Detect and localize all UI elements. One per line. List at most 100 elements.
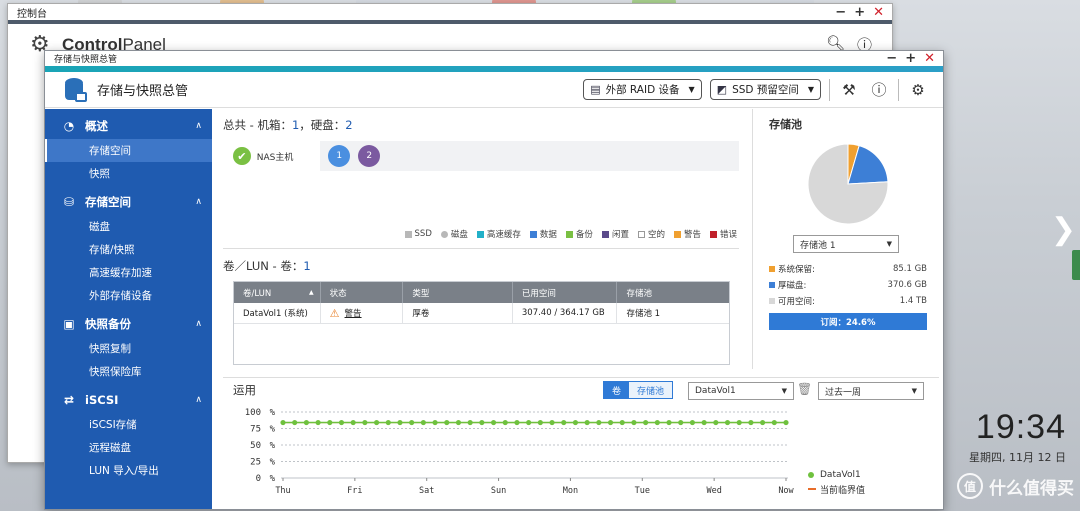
x-tick-label: Now	[778, 486, 794, 496]
y-unit-label: %	[270, 458, 276, 468]
column-header-type[interactable]: 类型	[403, 282, 513, 303]
help-icon[interactable]: ⓘ	[868, 79, 890, 100]
data-point	[397, 419, 403, 426]
table-row[interactable]: DataVol1 (系统) ⚠ 警告 厚卷 307.40 / 364.17 GB…	[234, 303, 729, 324]
pie-chart-svg	[807, 143, 889, 225]
pool-legend-value: 370.6 GB	[887, 280, 927, 290]
data-point	[584, 419, 590, 426]
volume-name: DataVol1 (系统)	[234, 303, 321, 323]
chevron-up-icon[interactable]: ∧	[195, 197, 202, 207]
disk-slot[interactable]: 2	[358, 145, 381, 167]
disk-legend-item: 磁盘	[440, 228, 468, 240]
data-point	[502, 419, 508, 426]
sidebar-item-storage-snapshot[interactable]: 存储/快照	[45, 238, 212, 261]
sidebar-item-external-storage[interactable]: 外部存储设备	[45, 284, 212, 307]
data-point	[432, 419, 438, 426]
sidebar-section-iscsi[interactable]: ⇄ iSCSI ∧	[45, 387, 212, 413]
chevron-up-icon[interactable]: ∧	[195, 395, 202, 405]
y-unit-label: %	[270, 441, 276, 451]
disk-legend-label: 高速缓存	[486, 230, 521, 240]
chevron-up-icon[interactable]: ∧	[195, 319, 202, 329]
legend-threshold-label: 当前临界值	[820, 485, 866, 496]
legend-swatch	[769, 266, 775, 272]
storage-manager-titlebar[interactable]: 存储与快照总管 − + ✕	[45, 51, 943, 66]
caret-down-icon: ▼	[688, 85, 695, 94]
pool-legend-label: 系统保留:	[778, 265, 815, 275]
period-select[interactable]: 过去一周 ▼	[818, 382, 924, 400]
x-tick-label: Sun	[491, 486, 506, 496]
settings-gear-icon[interactable]: ⚙	[907, 81, 929, 99]
data-point	[490, 419, 497, 426]
sidebar-item-storage-space[interactable]: 存储空间	[45, 139, 212, 162]
disk-legend-label: 错误	[719, 230, 737, 240]
data-point	[455, 419, 462, 426]
sort-icon[interactable]: ▲	[309, 289, 314, 296]
sidebar-item-lun-import-export[interactable]: LUN 导入/导出	[45, 459, 212, 482]
chart-legend-row: DataVol1	[808, 468, 865, 482]
data-point	[760, 419, 766, 426]
legend-swatch	[529, 230, 537, 238]
sidebar-item-iscsi-storage[interactable]: iSCSI存储	[45, 413, 212, 436]
desktop-next-arrow-icon[interactable]: ❯	[1051, 212, 1076, 247]
external-raid-label: 外部 RAID 设备	[605, 84, 680, 96]
legend-swatch	[673, 230, 681, 238]
sidebar-section-label: 快照备份	[85, 317, 131, 331]
sidebar-item-cache[interactable]: 高速缓存加速	[45, 261, 212, 284]
sidebar-section-label: iSCSI	[85, 393, 119, 407]
column-header-status[interactable]: 状态	[321, 282, 404, 303]
sidebar-section-overview[interactable]: ◔ 概述 ∧	[45, 113, 212, 139]
nas-host-label: NAS主机	[256, 152, 294, 163]
sidebar-item-snapshot-vault[interactable]: 快照保险库	[45, 360, 212, 383]
sidebar-item-snapshot-replica[interactable]: 快照复制	[45, 337, 212, 360]
ssd-overprovision-dropdown[interactable]: ◩ SSD 预留空间 ▼	[709, 79, 821, 100]
legend-swatch	[601, 230, 609, 238]
pool-legend-row: 可用空间: 1.4 TB	[769, 293, 927, 309]
usage-section: 运用 卷 存储池 DataVol1 ▼ 🗑︎ 过去一周 ▼ 100% 75% 50%…	[223, 377, 939, 509]
column-header-volume[interactable]: 卷/LUN ▲	[234, 282, 321, 303]
data-point	[338, 419, 345, 426]
data-point	[783, 419, 789, 426]
close-icon[interactable]: ✕	[924, 51, 935, 66]
summary-title: 总共 - 机箱：1，硬盘：2	[223, 118, 353, 132]
pool-legend-row: 系统保留: 85.1 GB	[769, 261, 927, 277]
data-point	[549, 419, 555, 426]
x-tick-label: Wed	[706, 486, 721, 496]
sidebar-item-disks[interactable]: 磁盘	[45, 215, 212, 238]
volume-table-header: 卷/LUN ▲ 状态 类型 已用空间 存储池	[234, 282, 729, 303]
column-header-pool[interactable]: 存储池	[617, 282, 729, 303]
close-icon[interactable]: ✕	[873, 5, 884, 20]
volume-select[interactable]: DataVol1 ▼	[688, 382, 794, 400]
volume-table: 卷/LUN ▲ 状态 类型 已用空间 存储池 DataVol1 (系统) ⚠ 警告…	[233, 281, 730, 365]
storage-pool-select[interactable]: 存储池 1 ▼	[793, 235, 899, 253]
sidebar-item-remote-disk[interactable]: 远程磁盘	[45, 436, 212, 459]
disk-slot[interactable]: 1	[328, 145, 351, 167]
maximize-icon[interactable]: +	[905, 51, 916, 66]
disk-legend-item: 空的	[637, 228, 665, 240]
minimize-icon[interactable]: −	[835, 5, 846, 20]
volume-used-space: 307.40 / 364.17 GB	[513, 303, 618, 323]
desktop-side-widget-tab[interactable]	[1072, 250, 1080, 280]
minimize-icon[interactable]: −	[886, 51, 897, 66]
control-panel-titlebar[interactable]: 控制台 − + ✕	[8, 4, 892, 24]
tab-storage-pool[interactable]: 存储池	[629, 382, 673, 398]
legend-swatch	[709, 230, 717, 238]
external-raid-dropdown[interactable]: ▤ 外部 RAID 设备 ▼	[583, 79, 702, 100]
sidebar-item-snapshot[interactable]: 快照	[45, 162, 212, 185]
trash-icon[interactable]: 🗑︎	[797, 382, 812, 396]
volume-status-link[interactable]: 警告	[345, 307, 362, 319]
sidebar-section-snapshot-backup[interactable]: ▣ 快照备份 ∧	[45, 311, 212, 337]
tools-icon[interactable]: ⚒	[838, 81, 860, 99]
tab-volume[interactable]: 卷	[604, 382, 630, 398]
watermark-logo-icon: 值	[957, 473, 983, 499]
storage-app-logo-icon	[65, 77, 87, 102]
maximize-icon[interactable]: +	[854, 5, 865, 20]
pool-legend-label: 厚磁盘:	[778, 281, 807, 291]
sidebar-section-storage[interactable]: ⛁ 存储空间 ∧	[45, 189, 212, 215]
disk-legend-item: 闲置	[601, 228, 629, 240]
chevron-up-icon[interactable]: ∧	[195, 121, 202, 131]
disk-legend-label: SSD	[414, 229, 432, 239]
data-point	[420, 419, 426, 426]
data-point	[678, 419, 684, 426]
column-header-used[interactable]: 已用空间	[513, 282, 618, 303]
data-point	[362, 419, 368, 426]
